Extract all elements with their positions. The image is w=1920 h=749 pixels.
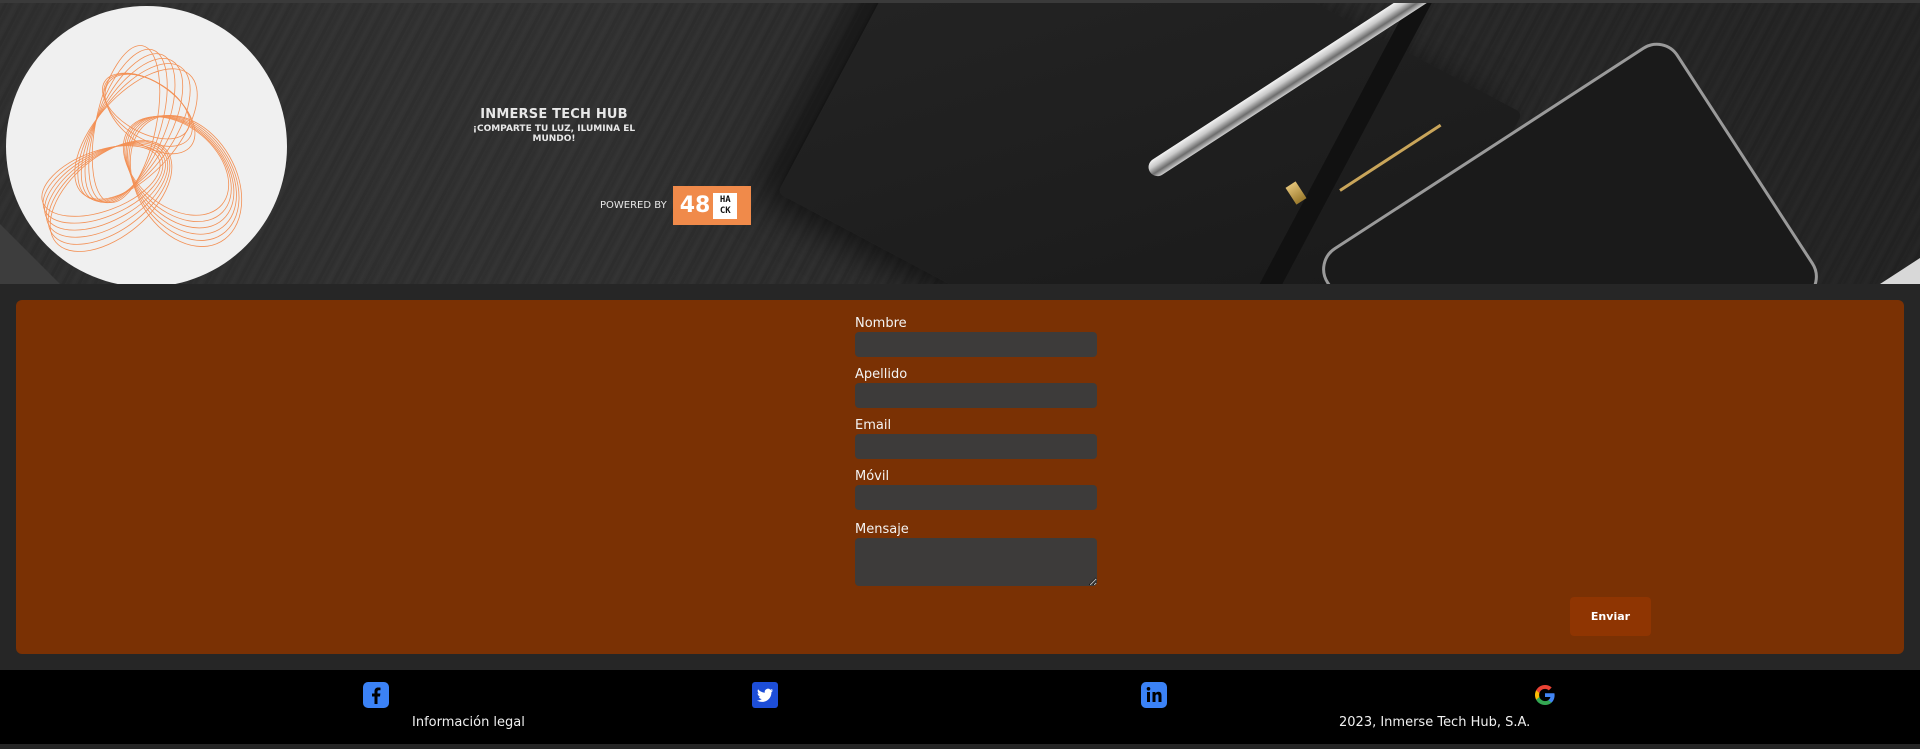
site-logo[interactable] [6,6,287,284]
banner-corner-highlight [1880,258,1920,284]
apellido-input[interactable] [855,383,1097,408]
hack-badge-text: HACK [713,192,738,219]
logo-spiral-graphic [41,45,243,252]
mensaje-textarea[interactable] [855,538,1097,586]
nombre-input[interactable] [855,332,1097,357]
contact-form-panel: Nombre Apellido Email Móvil Mensaje Envi… [16,300,1904,654]
copyright-text: 2023, Inmerse Tech Hub, S.A. [1339,715,1531,730]
powered-by-label: POWERED BY [600,200,667,211]
brand-tagline: ¡COMPARTE TU LUZ, ILUMINA EL MUNDO! [472,124,636,144]
footer: Información legal 2023, Inmerse Tech Hub… [0,670,1920,744]
nombre-label: Nombre [855,316,907,331]
apellido-label: Apellido [855,367,908,382]
google-icon[interactable] [1532,682,1558,708]
brand-text: INMERSE TECH HUB ¡COMPARTE TU LUZ, ILUMI… [454,107,654,144]
hack-badge-number: 48 [679,193,711,218]
twitter-icon[interactable] [752,682,778,708]
movil-input[interactable] [855,485,1097,510]
brand-title: INMERSE TECH HUB [480,107,628,122]
email-label: Email [855,418,892,433]
facebook-icon[interactable] [363,682,389,708]
enviar-button[interactable]: Enviar [1570,597,1651,636]
header-banner: INMERSE TECH HUB ¡COMPARTE TU LUZ, ILUMI… [0,0,1920,284]
hack-badge-logo: 48 HACK [672,186,751,225]
movil-label: Móvil [855,469,890,484]
email-input[interactable] [855,434,1097,459]
powered-by-link[interactable]: POWERED BY 48 HACK [600,186,751,225]
legal-info-link[interactable]: Información legal [412,715,525,730]
linkedin-icon[interactable] [1141,682,1167,708]
contact-form: Nombre Apellido Email Móvil Mensaje [855,316,1097,586]
hack-badge-word: HACK [719,194,731,216]
mensaje-label: Mensaje [855,522,909,537]
